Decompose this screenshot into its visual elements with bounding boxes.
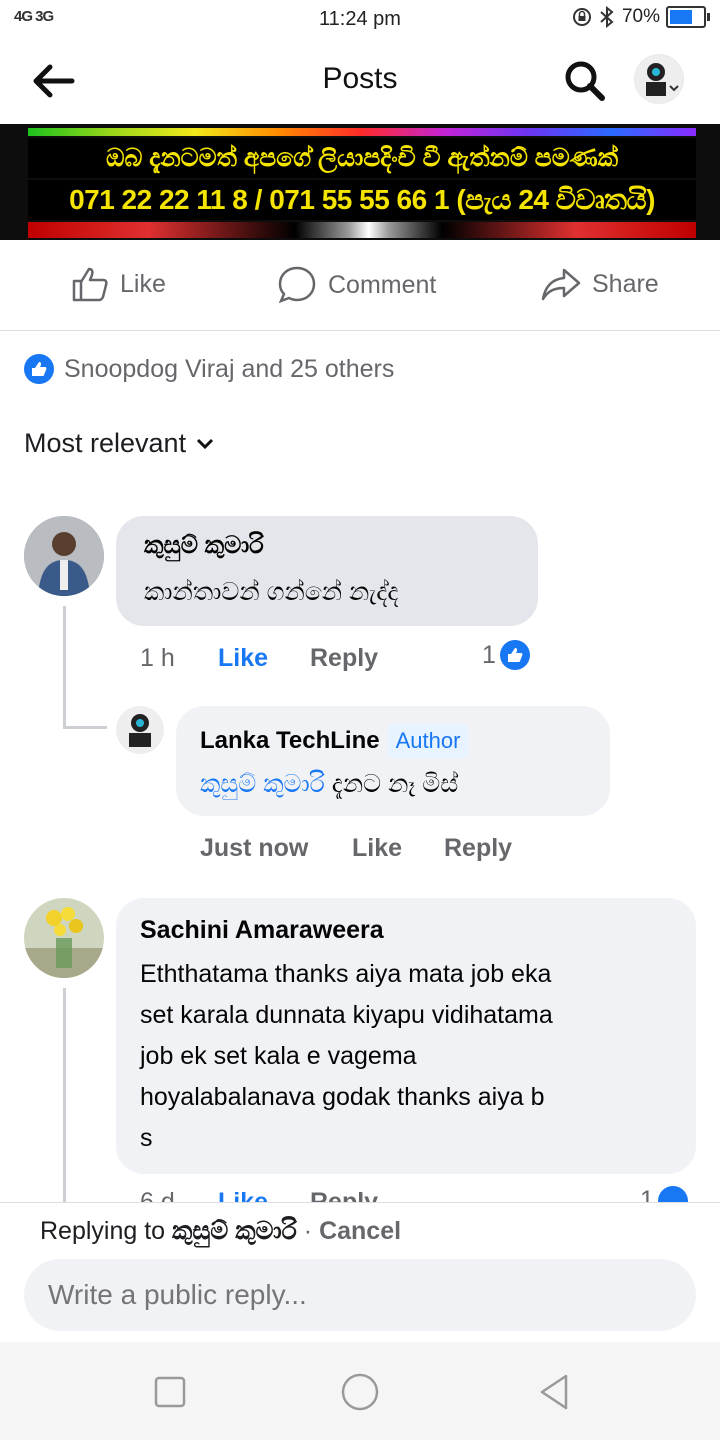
top-bar: Posts [0, 38, 720, 124]
post-banner-image[interactable]: ඔබ දැනටමත් අපගේ ලියාපදිංචි වී ඇත්නම් පමණ… [0, 124, 720, 240]
search-icon [565, 61, 605, 101]
reply-text: කුසුම් කුමාරි දැනට නෑ මිස් [200, 764, 458, 805]
circle-icon [341, 1373, 379, 1411]
triangle-back-icon [540, 1374, 568, 1410]
commenter-avatar[interactable] [24, 898, 104, 978]
sort-label: Most relevant [24, 428, 187, 458]
status-bar: 4G 3G 11:24 pm 70% [0, 0, 720, 38]
page-title: Posts [322, 62, 398, 95]
battery-icon [666, 6, 710, 28]
reply-body: දැනට නෑ මිස් [331, 770, 459, 798]
comment-meta-clipped: 6 d Like Reply 1 [140, 1186, 700, 1202]
home-button[interactable] [340, 1372, 380, 1412]
like-reaction-icon [499, 640, 530, 670]
mention-link[interactable]: කුසුම් කුමාරි [200, 770, 325, 798]
thread-line [63, 988, 66, 1202]
comment-reaction-count[interactable]: 1 [482, 640, 530, 670]
comment-reply-link[interactable]: Reply [310, 1188, 378, 1202]
banner-text-line1: ඔබ දැනටමත් අපගේ ලියාපදිංචි වී ඇත්නම් පමණ… [28, 138, 696, 178]
back-nav-button[interactable] [534, 1372, 574, 1412]
reply-time: Just now [200, 834, 309, 862]
comment-label: Comment [328, 270, 437, 299]
square-icon [154, 1376, 186, 1408]
thread-connector [63, 726, 107, 729]
comment-author[interactable]: කුසුම් කුමාරි [144, 532, 264, 560]
replying-prefix: Replying to [40, 1217, 166, 1245]
reply-composer: Replying to කුසුම් කුමාරි · Cancel [0, 1202, 720, 1343]
comment-time: 1 h [140, 644, 175, 672]
profile-avatar-button[interactable] [634, 54, 684, 104]
reply-author[interactable]: Lanka TechLine Author [200, 724, 469, 758]
system-nav-bar [0, 1342, 720, 1440]
reply-like-link[interactable]: Like [352, 834, 402, 863]
cancel-reply-button[interactable]: Cancel [319, 1217, 401, 1245]
chevron-down-icon [197, 438, 214, 449]
battery-percent: 70% [621, 6, 660, 27]
replying-to-bar: Replying to කුසුම් කුමාරි · Cancel [40, 1217, 401, 1246]
bluetooth-icon [600, 6, 614, 28]
reaction-count: 1 [482, 640, 496, 669]
banner-text-line2: 071 22 22 11 8 / 071 55 55 66 1 (පැය 24 … [28, 180, 696, 220]
banner-rainbow-strip [28, 128, 696, 136]
comment-time: 6 d [140, 1188, 175, 1202]
comment-bubble[interactable]: කුසුම් කුමාරි කාන්තාවන් ගන්නේ නැද්ද [116, 516, 538, 626]
reply-input[interactable] [24, 1259, 696, 1331]
comment-sort-dropdown[interactable]: Most relevant [24, 428, 214, 459]
author-badge: Author [387, 724, 469, 758]
recents-button[interactable] [152, 1374, 188, 1410]
comment-reaction-count[interactable]: 1 [640, 1186, 688, 1202]
comment-text-line: s [140, 1124, 153, 1152]
reply-author-avatar[interactable] [116, 706, 164, 754]
comment-text-line: Eththatama thanks aiya mata job eka [140, 960, 552, 988]
lock-icon [572, 8, 591, 26]
reactions-summary[interactable]: Snoopdog Viraj and 25 others [24, 354, 394, 384]
share-label: Share [592, 269, 659, 298]
share-button[interactable]: Share [540, 264, 659, 304]
reply-bubble[interactable]: Lanka TechLine Author කුසුම් කුමාරි දැනට… [176, 706, 610, 816]
comment-bubble[interactable]: Sachini Amaraweera Eththatama thanks aiy… [116, 898, 696, 1174]
reply-reply-link[interactable]: Reply [444, 834, 512, 863]
reaction-count: 1 [640, 1186, 654, 1202]
separator: · [303, 1217, 313, 1245]
banner-bottom-strip [28, 222, 696, 238]
comment-text: කාන්තාවන් ගන්නේ නැද්ද [144, 578, 399, 606]
comment-text-line: set karala dunnata kiyapu vidihatama [140, 1001, 553, 1029]
like-label: Like [120, 269, 166, 298]
comment-like-link[interactable]: Like [218, 644, 268, 673]
comment-text: Eththatama thanks aiya mata job eka set … [140, 954, 680, 1159]
comment-like-link[interactable]: Like [218, 1188, 268, 1202]
comment-button[interactable]: Comment [276, 264, 436, 306]
comment-reply-link[interactable]: Reply [310, 644, 378, 673]
like-reaction-icon [657, 1186, 688, 1202]
comment-bubble-icon [278, 266, 316, 304]
like-reaction-icon [24, 354, 54, 384]
thumbs-up-icon [72, 267, 108, 302]
reply-author-name: Lanka TechLine [200, 727, 380, 754]
replying-name: කුසුම් කුමාරි [172, 1217, 297, 1245]
reactions-text: Snoopdog Viraj and 25 others [64, 354, 395, 383]
post-action-bar: Like Comment Share [0, 240, 720, 331]
comment-author[interactable]: Sachini Amaraweera [140, 916, 384, 945]
commenter-avatar[interactable] [24, 516, 104, 596]
comment-text-line: job ek set kala e vagema [140, 1042, 417, 1070]
share-arrow-icon [541, 268, 581, 301]
status-icons: 70% [572, 6, 710, 28]
thread-line [63, 606, 66, 726]
like-button[interactable]: Like [70, 264, 166, 304]
comment-text-line: hoyalabalanava godak thanks aiya b [140, 1083, 545, 1111]
profile-avatar-icon [635, 55, 683, 103]
search-button[interactable] [560, 56, 610, 106]
